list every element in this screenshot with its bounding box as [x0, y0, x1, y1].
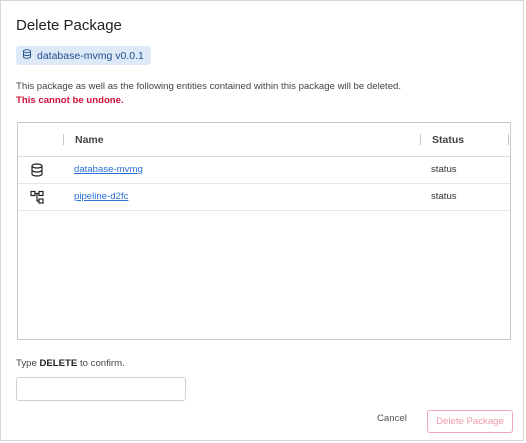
pipeline-icon: [30, 190, 44, 204]
entity-status: status: [431, 164, 457, 175]
database-icon: [22, 49, 32, 62]
column-separator[interactable]: [508, 134, 509, 145]
table-row: database-mvmg status: [18, 157, 510, 184]
package-tag: database-mvmg v0.0.1: [16, 46, 151, 65]
cancel-button[interactable]: Cancel: [377, 413, 407, 424]
entity-status: status: [431, 191, 457, 202]
column-separator: [63, 134, 64, 145]
entity-link[interactable]: database-mvmg: [74, 164, 143, 175]
column-header-status: Status: [432, 134, 465, 146]
confirm-label: Type DELETE to confirm.: [16, 358, 125, 369]
confirm-keyword: DELETE: [39, 358, 78, 369]
database-icon: [30, 163, 44, 177]
table-header: Name Status: [18, 123, 510, 157]
column-separator[interactable]: [420, 134, 421, 145]
dialog-title: Delete Package: [16, 17, 122, 34]
package-tag-label: database-mvmg v0.0.1: [37, 49, 144, 62]
table-row: pipeline-d2fc status: [18, 184, 510, 211]
dialog-description: This package as well as the following en…: [16, 81, 402, 92]
delete-package-dialog: Delete Package database-mvmg v0.0.1 This…: [0, 0, 524, 441]
confirm-input[interactable]: [16, 377, 186, 401]
entities-table: Name Status database-mvmg status pipelin…: [17, 122, 511, 340]
warning-text: This cannot be undone.: [16, 95, 124, 106]
column-header-name: Name: [75, 134, 104, 146]
confirm-label-suffix: to confirm.: [77, 358, 125, 369]
entity-link[interactable]: pipeline-d2fc: [74, 191, 128, 202]
confirm-label-prefix: Type: [16, 358, 40, 369]
delete-package-button[interactable]: Delete Package: [427, 410, 513, 433]
